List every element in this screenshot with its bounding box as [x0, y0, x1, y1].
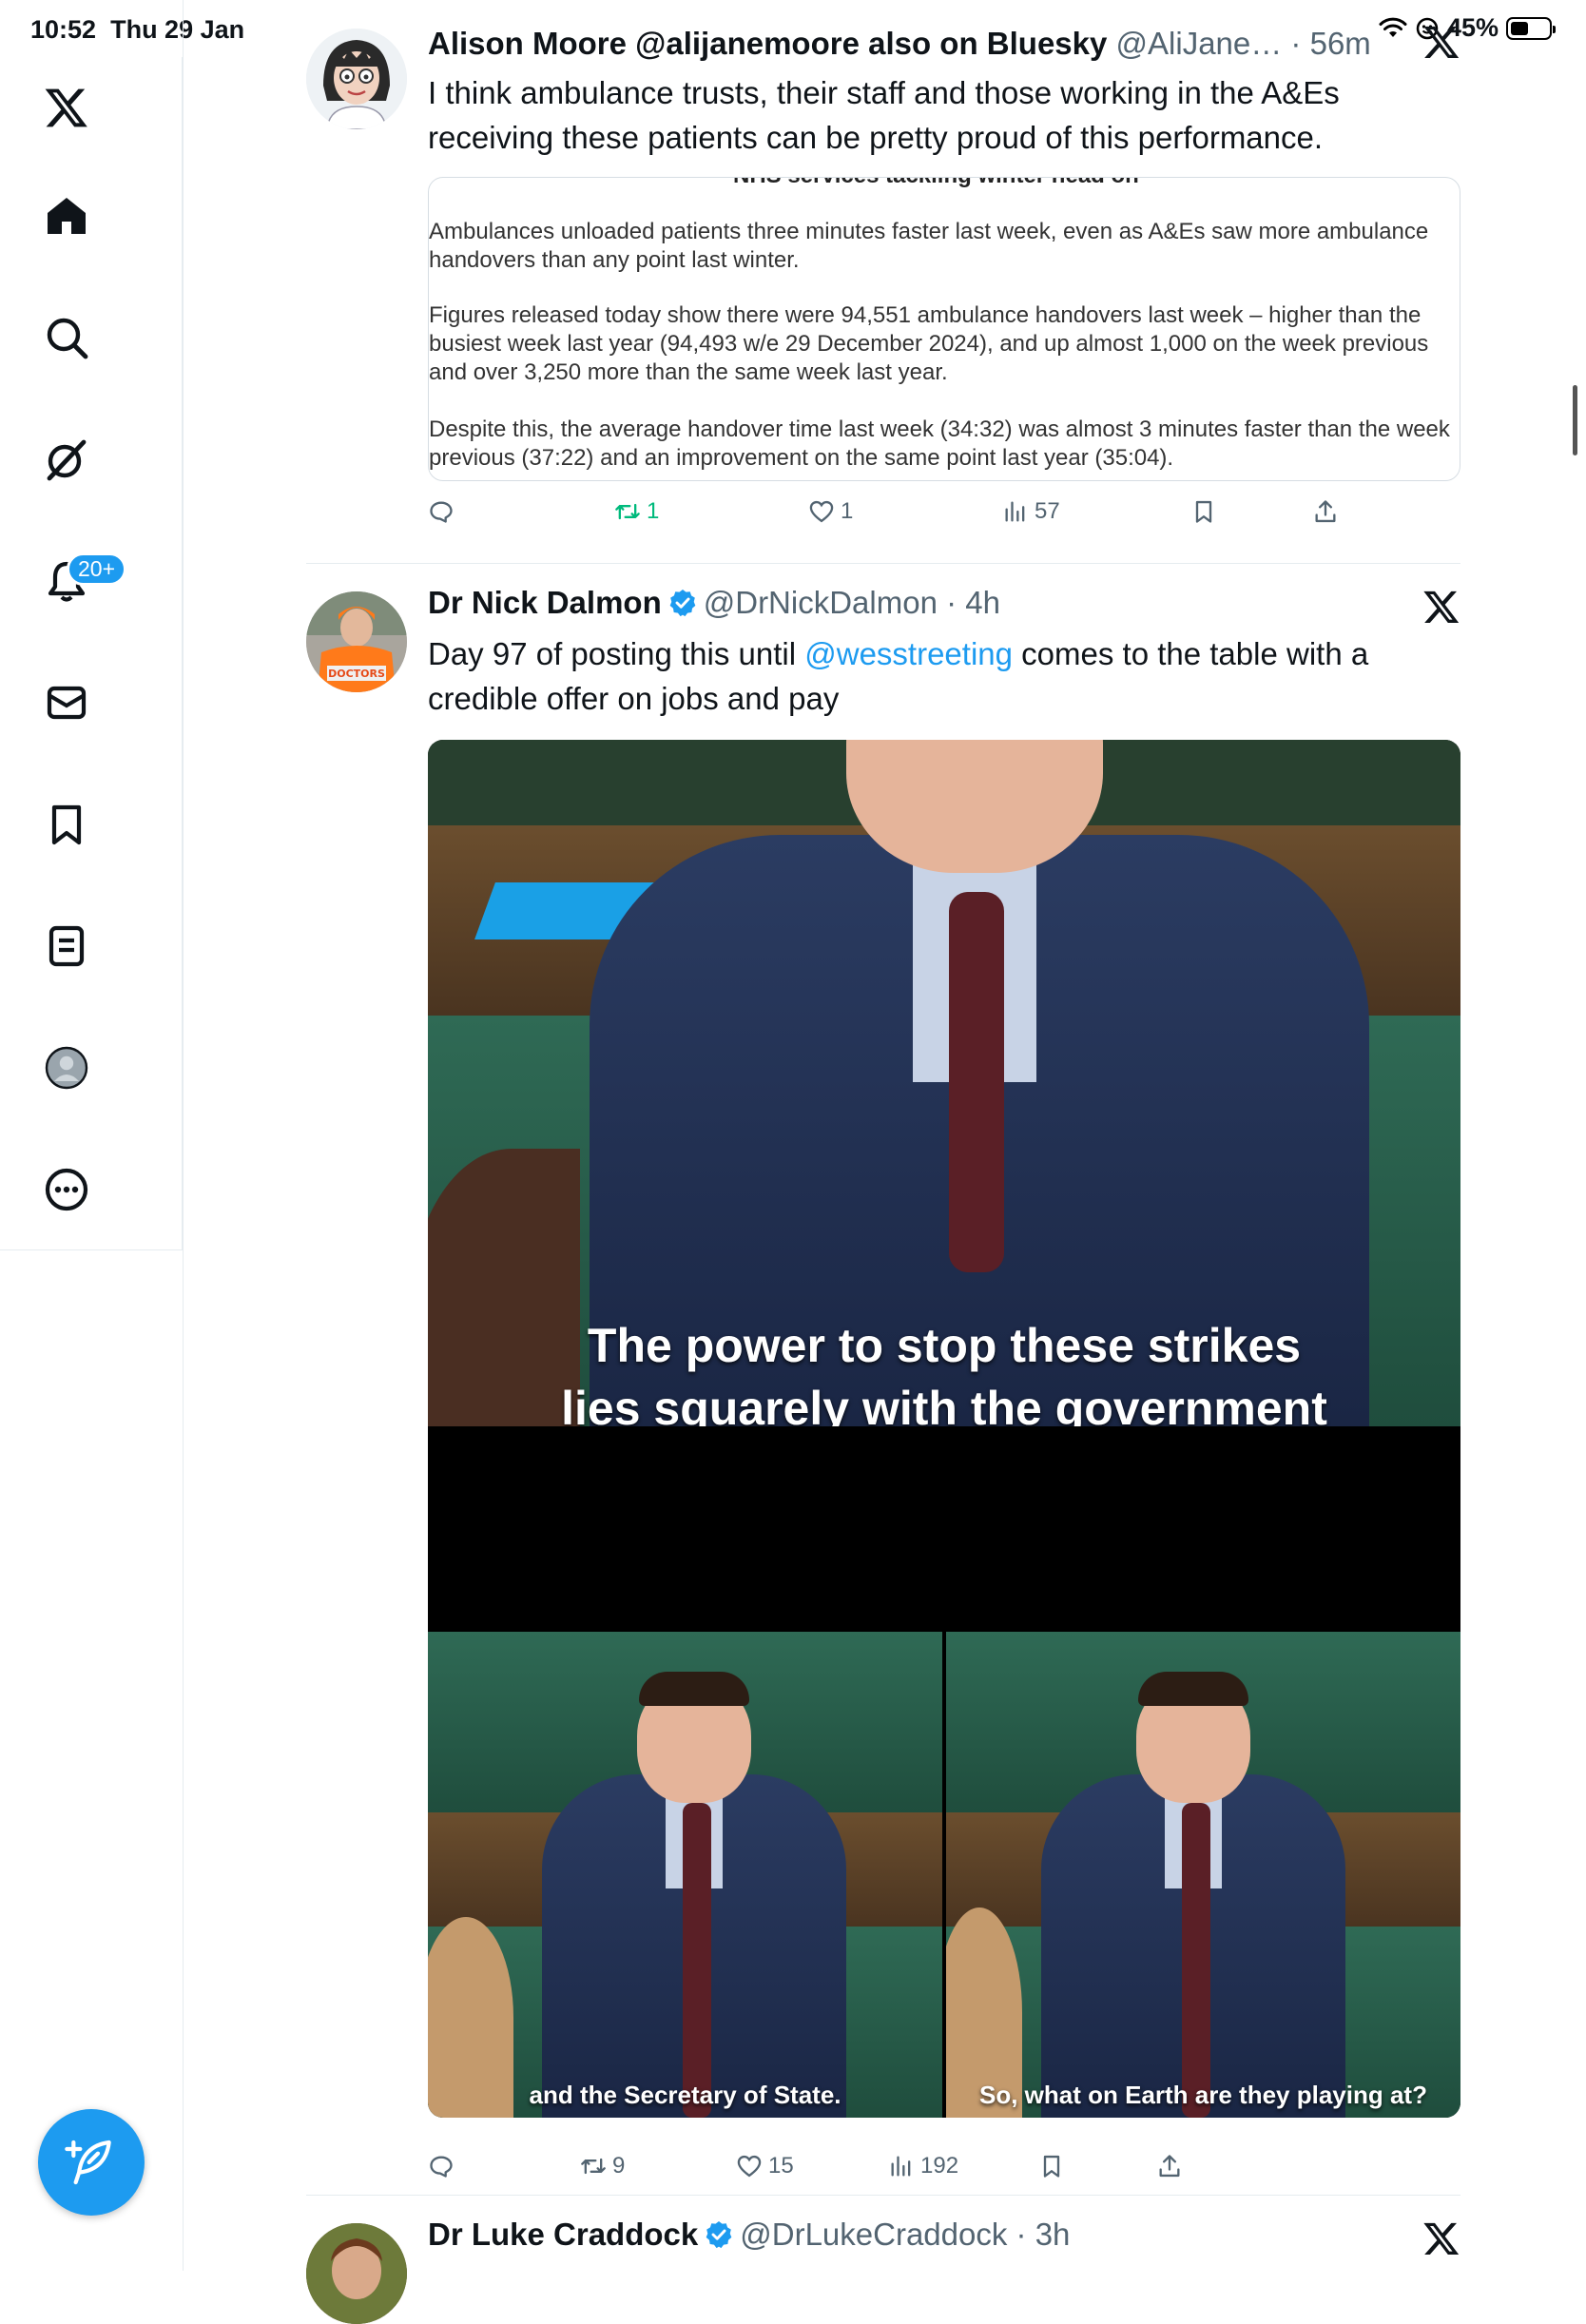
bookmarks-icon[interactable]: [19, 777, 114, 872]
bookmark-button[interactable]: [1038, 2153, 1065, 2179]
notifications-bell-icon[interactable]: 20+: [19, 533, 127, 629]
tweet-time[interactable]: 56m: [1310, 26, 1371, 61]
video-caption: The power to stop these strikes lies squa…: [561, 1319, 1327, 1426]
x-logo-icon[interactable]: [19, 60, 114, 155]
views-count: 57: [1035, 498, 1060, 524]
tweet-divider: [306, 563, 1460, 564]
lists-icon[interactable]: [19, 899, 114, 994]
article-image-card[interactable]: NHS services tackling winter head on Amb…: [428, 177, 1460, 481]
video-black-band: [428, 1426, 1460, 1632]
bookmark-icon: [1043, 2155, 1060, 2178]
retweet-count: 1: [647, 498, 660, 524]
profile-avatar-icon[interactable]: [19, 1020, 114, 1115]
mention-link[interactable]: @wesstreeting: [804, 636, 1013, 671]
compose-post-button[interactable]: [38, 2109, 145, 2216]
like-button[interactable]: 15: [736, 2153, 794, 2179]
verified-badge-icon: [669, 590, 696, 617]
share-icon: [1159, 2155, 1180, 2178]
status-time: 10:52 Thu 29 Jan: [30, 15, 245, 44]
share-icon: [1315, 500, 1336, 523]
reply-button[interactable]: [428, 2153, 455, 2179]
views-icon: [1005, 501, 1025, 522]
share-button[interactable]: [1312, 498, 1339, 525]
bookmark-button[interactable]: [1190, 498, 1217, 525]
x-source-icon: [1423, 591, 1460, 623]
tweet-time[interactable]: 3h: [1035, 2217, 1071, 2252]
sidebar: 20+: [0, 57, 183, 1250]
author-handle[interactable]: @DrLukeCraddock: [740, 2217, 1007, 2252]
views-count: 192: [920, 2153, 959, 2179]
wifi-icon: [1379, 17, 1407, 37]
messages-icon[interactable]: [19, 655, 114, 750]
like-count: 1: [841, 498, 854, 524]
card-paragraph-1: Ambulances unloaded patients three minut…: [429, 219, 1429, 273]
reply-icon: [430, 501, 453, 523]
tweet-header: Dr Nick Dalmon @DrNickDalmon · 4h: [428, 585, 1000, 620]
bookmark-icon: [1195, 500, 1212, 523]
views-button[interactable]: 192: [888, 2153, 958, 2179]
reply-button[interactable]: [428, 498, 455, 525]
card-paragraph-2: Figures released today show there were 9…: [429, 302, 1429, 385]
views-button[interactable]: 57: [1002, 498, 1060, 525]
avatar[interactable]: DOCTORS: [306, 591, 407, 692]
more-icon[interactable]: [19, 1142, 114, 1237]
tweet-header: Alison Moore @alijanemoore also on Blues…: [428, 26, 1371, 61]
avatar[interactable]: [306, 2223, 407, 2324]
views-icon: [891, 2156, 911, 2177]
tweet-divider: [306, 2195, 1460, 2196]
verified-badge-icon: [706, 2221, 732, 2249]
retweet-count: 9: [612, 2153, 626, 2179]
retweet-icon: [615, 503, 640, 520]
retweet-button[interactable]: 9: [580, 2153, 625, 2179]
battery-icon: [1506, 16, 1556, 40]
video-frame-top: The power to stop these strikes lies squa…: [428, 740, 1460, 1426]
x-source-icon: [1423, 2222, 1460, 2255]
video-caption-right: So, what on Earth are they playing at?: [979, 2081, 1427, 2109]
author-name[interactable]: Alison Moore @alijanemoore also on Blues…: [428, 26, 1107, 61]
search-icon[interactable]: [19, 290, 114, 385]
video-frame-right: So, what on Earth are they playing at?: [946, 1632, 1460, 2118]
like-button[interactable]: 1: [808, 498, 853, 525]
avatar[interactable]: [306, 29, 407, 129]
compose-feather-icon: [65, 2140, 111, 2185]
tweet-actions: 9 15 192: [428, 2153, 1341, 2191]
card-paragraph-3: Despite this, the average handover time …: [429, 416, 1450, 471]
sidebar-divider: [183, 0, 184, 2271]
video-caption-left: and the Secretary of State.: [529, 2081, 841, 2109]
share-button[interactable]: [1156, 2153, 1183, 2179]
tweet-header: Dr Luke Craddock @DrLukeCraddock · 3h: [428, 2217, 1071, 2252]
tweet-time[interactable]: 4h: [965, 585, 1000, 620]
like-count: 15: [768, 2153, 794, 2179]
avatar-sign-text: DOCTORS: [328, 668, 385, 680]
heart-icon: [737, 2155, 762, 2178]
author-name[interactable]: Dr Nick Dalmon: [428, 585, 662, 620]
author-handle[interactable]: @AliJane…: [1116, 26, 1283, 61]
status-right: 45%: [1379, 13, 1556, 43]
heart-icon: [809, 500, 834, 523]
x-source-icon: [1423, 26, 1460, 58]
card-heading-cutoff: NHS services tackling winter head on: [733, 178, 1139, 189]
video-frame-left: and the Secretary of State.: [428, 1632, 942, 2118]
reply-icon: [430, 2156, 453, 2178]
tweet-text: Day 97 of posting this until @wesstreeti…: [428, 636, 1369, 716]
author-name[interactable]: Dr Luke Craddock: [428, 2217, 698, 2252]
notifications-badge: 20+: [67, 552, 127, 586]
tweet-actions: 1 1 57: [428, 498, 1341, 536]
scrollbar-thumb[interactable]: [1573, 385, 1577, 455]
author-handle[interactable]: @DrNickDalmon: [704, 585, 938, 620]
retweet-icon: [581, 2158, 606, 2175]
grok-icon[interactable]: [19, 412, 114, 507]
tweet-text: I think ambulance trusts, their staff an…: [428, 75, 1340, 155]
retweet-button[interactable]: 1: [614, 498, 659, 525]
video-player[interactable]: The power to stop these strikes lies squa…: [428, 740, 1460, 2118]
home-icon[interactable]: [19, 168, 114, 263]
